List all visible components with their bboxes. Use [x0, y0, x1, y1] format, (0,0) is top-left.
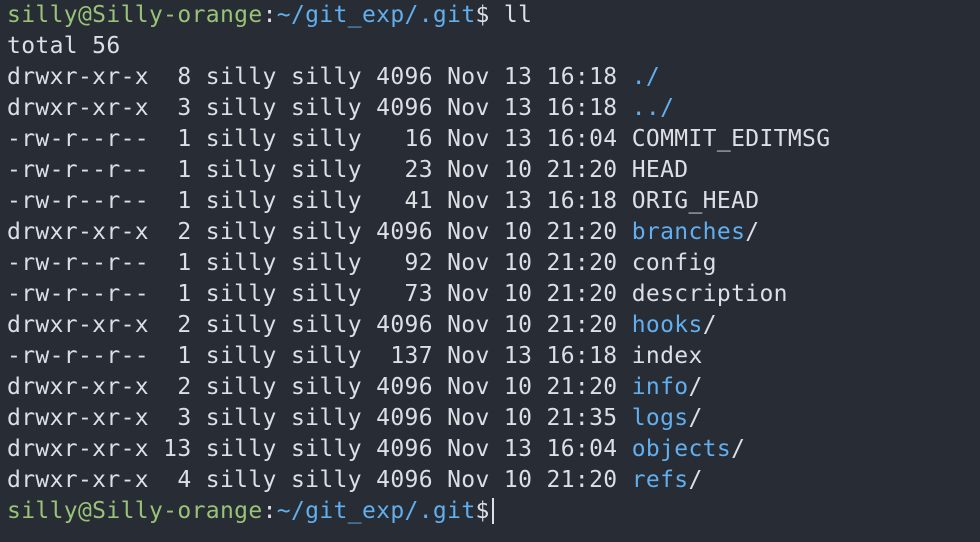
- entry-meta: -rw-r--r-- 1 silly silly 137 Nov 13 16:1…: [7, 343, 632, 369]
- entry-meta: drwxr-xr-x 8 silly silly 4096 Nov 13 16:…: [7, 64, 632, 90]
- prompt-user-host: silly@Silly-orange: [7, 498, 263, 524]
- entry-name: ./: [631, 64, 661, 90]
- entry-suffix: /: [731, 436, 746, 462]
- entry-suffix: /: [745, 219, 760, 245]
- entry-meta: drwxr-xr-x 2 silly silly 4096 Nov 10 21:…: [7, 219, 632, 245]
- entry-name: objects: [631, 436, 732, 462]
- entry-meta: -rw-r--r-- 1 silly silly 73 Nov 10 21:20: [7, 281, 632, 307]
- entry-name: hooks: [631, 312, 703, 338]
- listing-row: -rw-r--r-- 1 silly silly 73 Nov 10 21:20…: [7, 279, 980, 310]
- listing-row: drwxr-xr-x 2 silly silly 4096 Nov 10 21:…: [7, 372, 980, 403]
- listing-row: drwxr-xr-x 3 silly silly 4096 Nov 13 16:…: [7, 93, 980, 124]
- entry-meta: drwxr-xr-x 3 silly silly 4096 Nov 10 21:…: [7, 405, 632, 431]
- input-line[interactable]: silly@Silly-orange:~/git_exp/.git$: [7, 496, 980, 527]
- entry-name: branches: [631, 219, 746, 245]
- entry-name: HEAD: [631, 157, 689, 183]
- entry-name: refs: [631, 467, 689, 493]
- prompt-user-host: silly@Silly-orange: [7, 2, 263, 28]
- entry-suffix: /: [702, 312, 717, 338]
- entry-meta: drwxr-xr-x 2 silly silly 4096 Nov 10 21:…: [7, 374, 632, 400]
- entry-meta: drwxr-xr-x 2 silly silly 4096 Nov 10 21:…: [7, 312, 632, 338]
- command-text: ll: [489, 2, 533, 28]
- listing-row: drwxr-xr-x 2 silly silly 4096 Nov 10 21:…: [7, 310, 980, 341]
- entry-meta: drwxr-xr-x 4 silly silly 4096 Nov 10 21:…: [7, 467, 632, 493]
- listing-row: -rw-r--r-- 1 silly silly 41 Nov 13 16:18…: [7, 186, 980, 217]
- listing-row: drwxr-xr-x 8 silly silly 4096 Nov 13 16:…: [7, 62, 980, 93]
- entry-name: logs: [631, 405, 689, 431]
- listing-row: -rw-r--r-- 1 silly silly 16 Nov 13 16:04…: [7, 124, 980, 155]
- entry-name: COMMIT_EDITMSG: [631, 126, 831, 152]
- entry-meta: drwxr-xr-x 3 silly silly 4096 Nov 13 16:…: [7, 95, 632, 121]
- entry-meta: drwxr-xr-x 13 silly silly 4096 Nov 13 16…: [7, 436, 632, 462]
- prompt-symbol: $: [475, 2, 490, 28]
- entry-name: ORIG_HEAD: [631, 188, 760, 214]
- entry-meta: -rw-r--r-- 1 silly silly 92 Nov 10 21:20: [7, 250, 632, 276]
- text-cursor: [491, 498, 494, 524]
- entry-suffix: /: [688, 374, 703, 400]
- command-line: silly@Silly-orange:~/git_exp/.git$ ll: [7, 0, 980, 31]
- listing-row: -rw-r--r-- 1 silly silly 137 Nov 13 16:1…: [7, 341, 980, 372]
- entry-name: config: [631, 250, 717, 276]
- listing-row: drwxr-xr-x 2 silly silly 4096 Nov 10 21:…: [7, 217, 980, 248]
- listing-row: drwxr-xr-x 13 silly silly 4096 Nov 13 16…: [7, 434, 980, 465]
- terminal-window[interactable]: silly@Silly-orange:~/git_exp/.git$ ll to…: [0, 0, 980, 542]
- entry-suffix: /: [688, 467, 703, 493]
- entry-meta: -rw-r--r-- 1 silly silly 16 Nov 13 16:04: [7, 126, 632, 152]
- prompt-separator: :: [262, 498, 277, 524]
- listing-row: -rw-r--r-- 1 silly silly 92 Nov 10 21:20…: [7, 248, 980, 279]
- entry-name: index: [631, 343, 703, 369]
- prompt-separator: :: [262, 2, 277, 28]
- total-line: total 56: [7, 33, 121, 59]
- prompt-path: ~/git_exp/.git: [276, 2, 476, 28]
- prompt-path: ~/git_exp/.git: [276, 498, 476, 524]
- listing-row: drwxr-xr-x 4 silly silly 4096 Nov 10 21:…: [7, 465, 980, 496]
- prompt-symbol: $: [475, 498, 490, 524]
- listing-row: -rw-r--r-- 1 silly silly 23 Nov 10 21:20…: [7, 155, 980, 186]
- entry-name: description: [631, 281, 788, 307]
- listing-row: drwxr-xr-x 3 silly silly 4096 Nov 10 21:…: [7, 403, 980, 434]
- entry-suffix: /: [688, 405, 703, 431]
- entry-name: ../: [631, 95, 675, 121]
- entry-meta: -rw-r--r-- 1 silly silly 23 Nov 10 21:20: [7, 157, 632, 183]
- entry-name: info: [631, 374, 689, 400]
- entry-meta: -rw-r--r-- 1 silly silly 41 Nov 13 16:18: [7, 188, 632, 214]
